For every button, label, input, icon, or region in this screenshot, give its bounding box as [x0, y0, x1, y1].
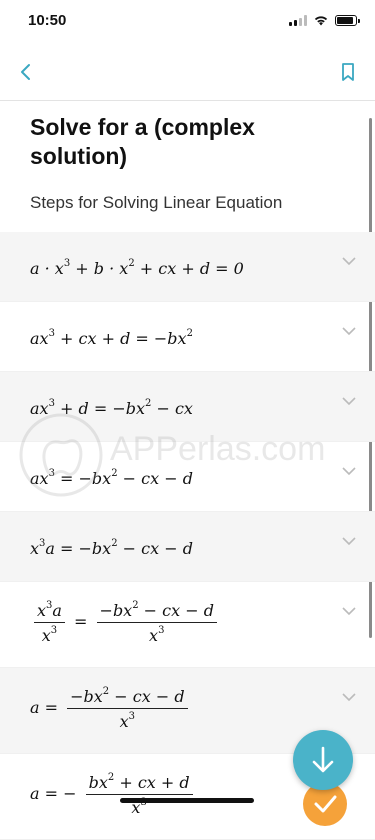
- back-chevron-icon[interactable]: [14, 60, 38, 84]
- step-equation: ax3 + d = −bx2 − cx: [30, 398, 193, 418]
- arrow-down-icon: [312, 746, 334, 773]
- status-icons: [289, 14, 360, 26]
- status-time: 10:50: [28, 12, 67, 29]
- step-equation: ax3 + cx + d = −bx2: [30, 328, 193, 348]
- page-title: Solve for a (complex solution): [30, 114, 255, 169]
- battery-icon: [335, 14, 360, 26]
- step-equation: ax3 = −bx2 − cx − d: [30, 468, 193, 488]
- chevron-down-icon[interactable]: [341, 692, 357, 702]
- page-subtitle: Steps for Solving Linear Equation: [30, 193, 283, 212]
- step-row[interactable]: x3a = −bx2 − cx − d: [0, 512, 375, 582]
- status-bar: 10:50: [0, 0, 375, 44]
- chevron-down-icon[interactable]: [341, 606, 357, 616]
- step-row[interactable]: x3a x3 = −bx2 − cx − d x3: [0, 582, 375, 668]
- step-row[interactable]: a · x3 + b · x2 + cx + d = 0: [0, 232, 375, 302]
- home-indicator[interactable]: [120, 798, 254, 803]
- step-equation: x3a = −bx2 − cx − d: [30, 538, 193, 558]
- chevron-down-icon[interactable]: [341, 536, 357, 546]
- signal-icon: [289, 14, 307, 26]
- step-equation: a = − bx2 + cx + dx3: [30, 772, 197, 817]
- chevron-down-icon[interactable]: [341, 466, 357, 476]
- step-equation: x3a x3 = −bx2 − cx − d x3: [30, 600, 221, 645]
- chevron-down-icon[interactable]: [341, 396, 357, 406]
- bookmark-icon[interactable]: [337, 60, 359, 84]
- wifi-icon: [314, 16, 328, 26]
- step-equation: a · x3 + b · x2 + cx + d = 0: [30, 258, 244, 278]
- scroll-down-button[interactable]: [293, 730, 353, 790]
- step-row[interactable]: ax3 + cx + d = −bx2: [0, 302, 375, 372]
- chevron-down-icon[interactable]: [341, 256, 357, 266]
- step-row[interactable]: ax3 + d = −bx2 − cx: [0, 372, 375, 442]
- nav-bar: [0, 44, 375, 101]
- step-equation: a = −bx2 − cx − d x3: [30, 686, 192, 731]
- chevron-down-icon[interactable]: [341, 326, 357, 336]
- step-row[interactable]: ax3 = −bx2 − cx − d: [0, 442, 375, 512]
